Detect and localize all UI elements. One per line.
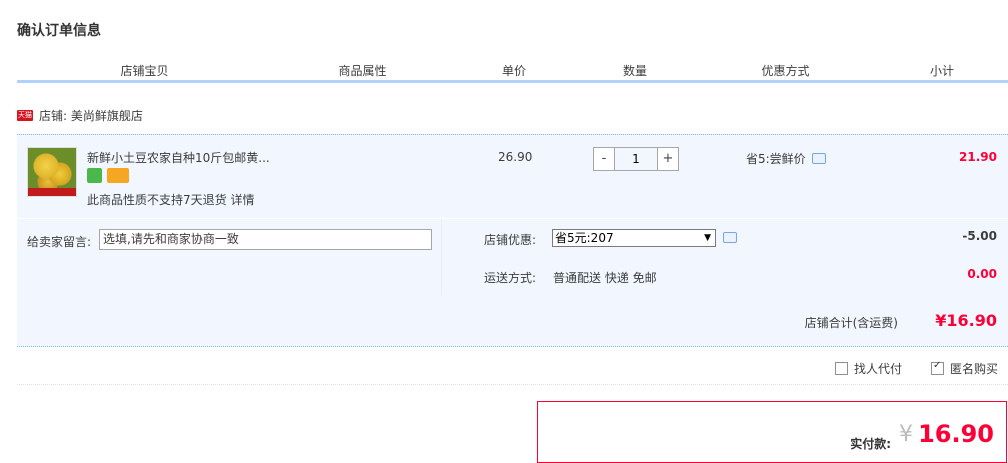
tmall-icon: 天猫: [17, 110, 33, 121]
shop-discount-amount: -5.00: [962, 229, 997, 243]
proxy-pay-label: 找人代付: [854, 362, 903, 376]
header-subtotal: 小计: [929, 64, 954, 78]
promotion-label: 省5:尝鲜价: [746, 152, 806, 166]
shop-discount-label: 店铺优惠:: [484, 233, 537, 247]
shop-total-value: ¥16.90: [935, 311, 997, 330]
table-header: 店铺宝贝 商品属性 单价 数量 优惠方式 小计: [17, 58, 1008, 83]
dropdown-arrow-icon: ▼: [704, 233, 711, 243]
item-subtotal: 21.90: [959, 150, 997, 164]
payment-label: 实付款:: [850, 437, 891, 451]
unit-price: 26.90: [498, 150, 533, 164]
anonymous-checkbox[interactable]: [931, 360, 944, 375]
shipping-amount: 0.00: [967, 267, 997, 281]
order-item-row: 新鲜小土豆农家自种10斤包邮黄... 此商品性质不支持7天退货 详情 26.90…: [17, 134, 1008, 219]
product-thumbnail[interactable]: [27, 147, 77, 197]
shipping-label: 运送方式:: [484, 271, 537, 285]
shop-discount-select[interactable]: 省5元:207 ▼: [552, 229, 716, 247]
proxy-pay-option[interactable]: 找人代付: [835, 360, 902, 377]
shipping-method: 普通配送 快递 免邮: [553, 271, 657, 285]
thumbnail-banner: [28, 188, 76, 196]
promotion: 省5:尝鲜价: [746, 150, 826, 167]
shop-row: 天猫 店铺: 美尚鲜旗舰店: [17, 107, 143, 124]
anonymous-label: 匿名购买: [950, 362, 999, 376]
card-payment-icon[interactable]: [107, 168, 129, 183]
page-title: 确认订单信息: [17, 23, 101, 39]
shop-total-row: 店铺合计(含运费) ¥16.90: [17, 294, 1008, 347]
quantity-input[interactable]: 1: [615, 147, 657, 171]
message-input[interactable]: 选填,请先和商家协商一致: [99, 229, 432, 250]
guarantee-icon[interactable]: [87, 168, 102, 183]
shop-total-label: 店铺合计(含运费): [804, 316, 898, 330]
shop-discount-selected: 省5元:207: [555, 231, 614, 245]
payment-amount: 16.90: [918, 420, 994, 448]
product-title[interactable]: 新鲜小土豆农家自种10斤包邮黄...: [87, 149, 270, 166]
message-section: 给卖家留言: 选填,请先和商家协商一致: [17, 219, 442, 295]
quantity-increase-button[interactable]: +: [657, 147, 679, 171]
header-unit-price: 单价: [501, 64, 526, 78]
order-options: 找人代付 匿名购买: [17, 348, 1008, 385]
quantity-decrease-button[interactable]: -: [593, 147, 615, 171]
order-extras: 给卖家留言: 选填,请先和商家协商一致 店铺优惠: 省5元:207 ▼ -5.0…: [17, 218, 1008, 295]
header-attributes: 商品属性: [338, 64, 387, 78]
header-item: 店铺宝贝: [120, 64, 169, 78]
anonymous-option[interactable]: 匿名购买: [931, 360, 998, 377]
payment-summary: 实付款: ¥ 16.90: [537, 401, 1007, 463]
chat-bubble-icon[interactable]: [723, 232, 737, 243]
chat-bubble-icon[interactable]: [811, 153, 826, 164]
header-promotion: 优惠方式: [761, 64, 810, 78]
quantity-stepper: - 1 +: [593, 147, 679, 171]
header-quantity: 数量: [622, 64, 647, 78]
no-return-notice[interactable]: 此商品性质不支持7天退货 详情: [87, 191, 254, 208]
shop-name[interactable]: 店铺: 美尚鲜旗舰店: [39, 107, 143, 124]
proxy-pay-checkbox[interactable]: [835, 362, 848, 375]
currency-symbol: ¥: [899, 422, 913, 447]
message-label: 给卖家留言:: [27, 235, 92, 249]
